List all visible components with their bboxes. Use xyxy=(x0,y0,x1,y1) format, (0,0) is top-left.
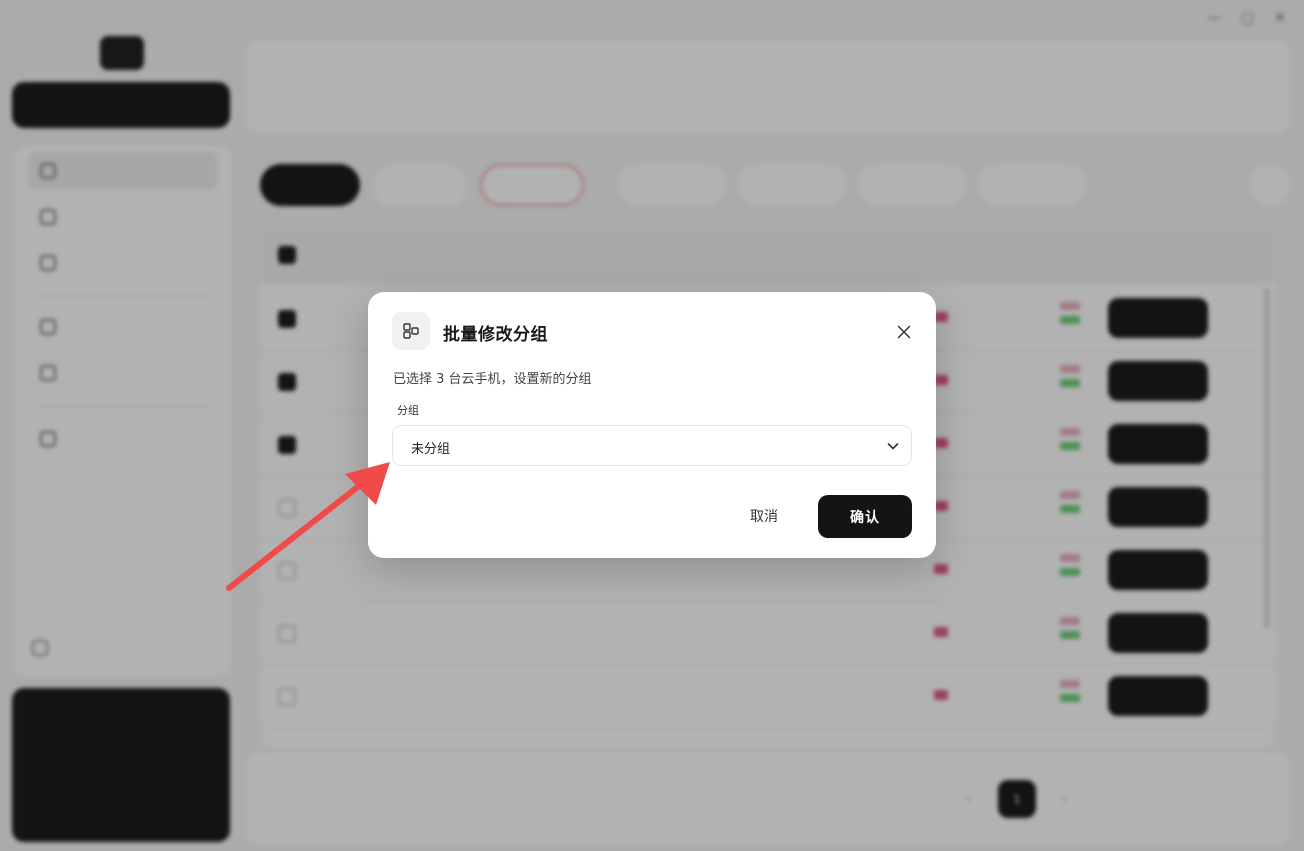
group-select[interactable]: 未分组 xyxy=(392,425,912,466)
dialog-title: 批量修改分组 xyxy=(443,325,548,345)
cancel-button[interactable]: 取消 xyxy=(734,495,794,537)
group-icon xyxy=(392,312,430,350)
dialog-description: 已选择 3 台云手机，设置新的分组 xyxy=(393,372,592,387)
group-select-value: 未分组 xyxy=(411,442,451,457)
chevron-down-icon xyxy=(885,438,901,454)
batch-group-dialog: 批量修改分组 已选择 3 台云手机，设置新的分组 分组 未分组 取消 确认 xyxy=(368,292,936,558)
group-field-label: 分组 xyxy=(397,404,419,417)
close-icon[interactable] xyxy=(892,320,916,344)
confirm-button[interactable]: 确认 xyxy=(818,495,912,538)
